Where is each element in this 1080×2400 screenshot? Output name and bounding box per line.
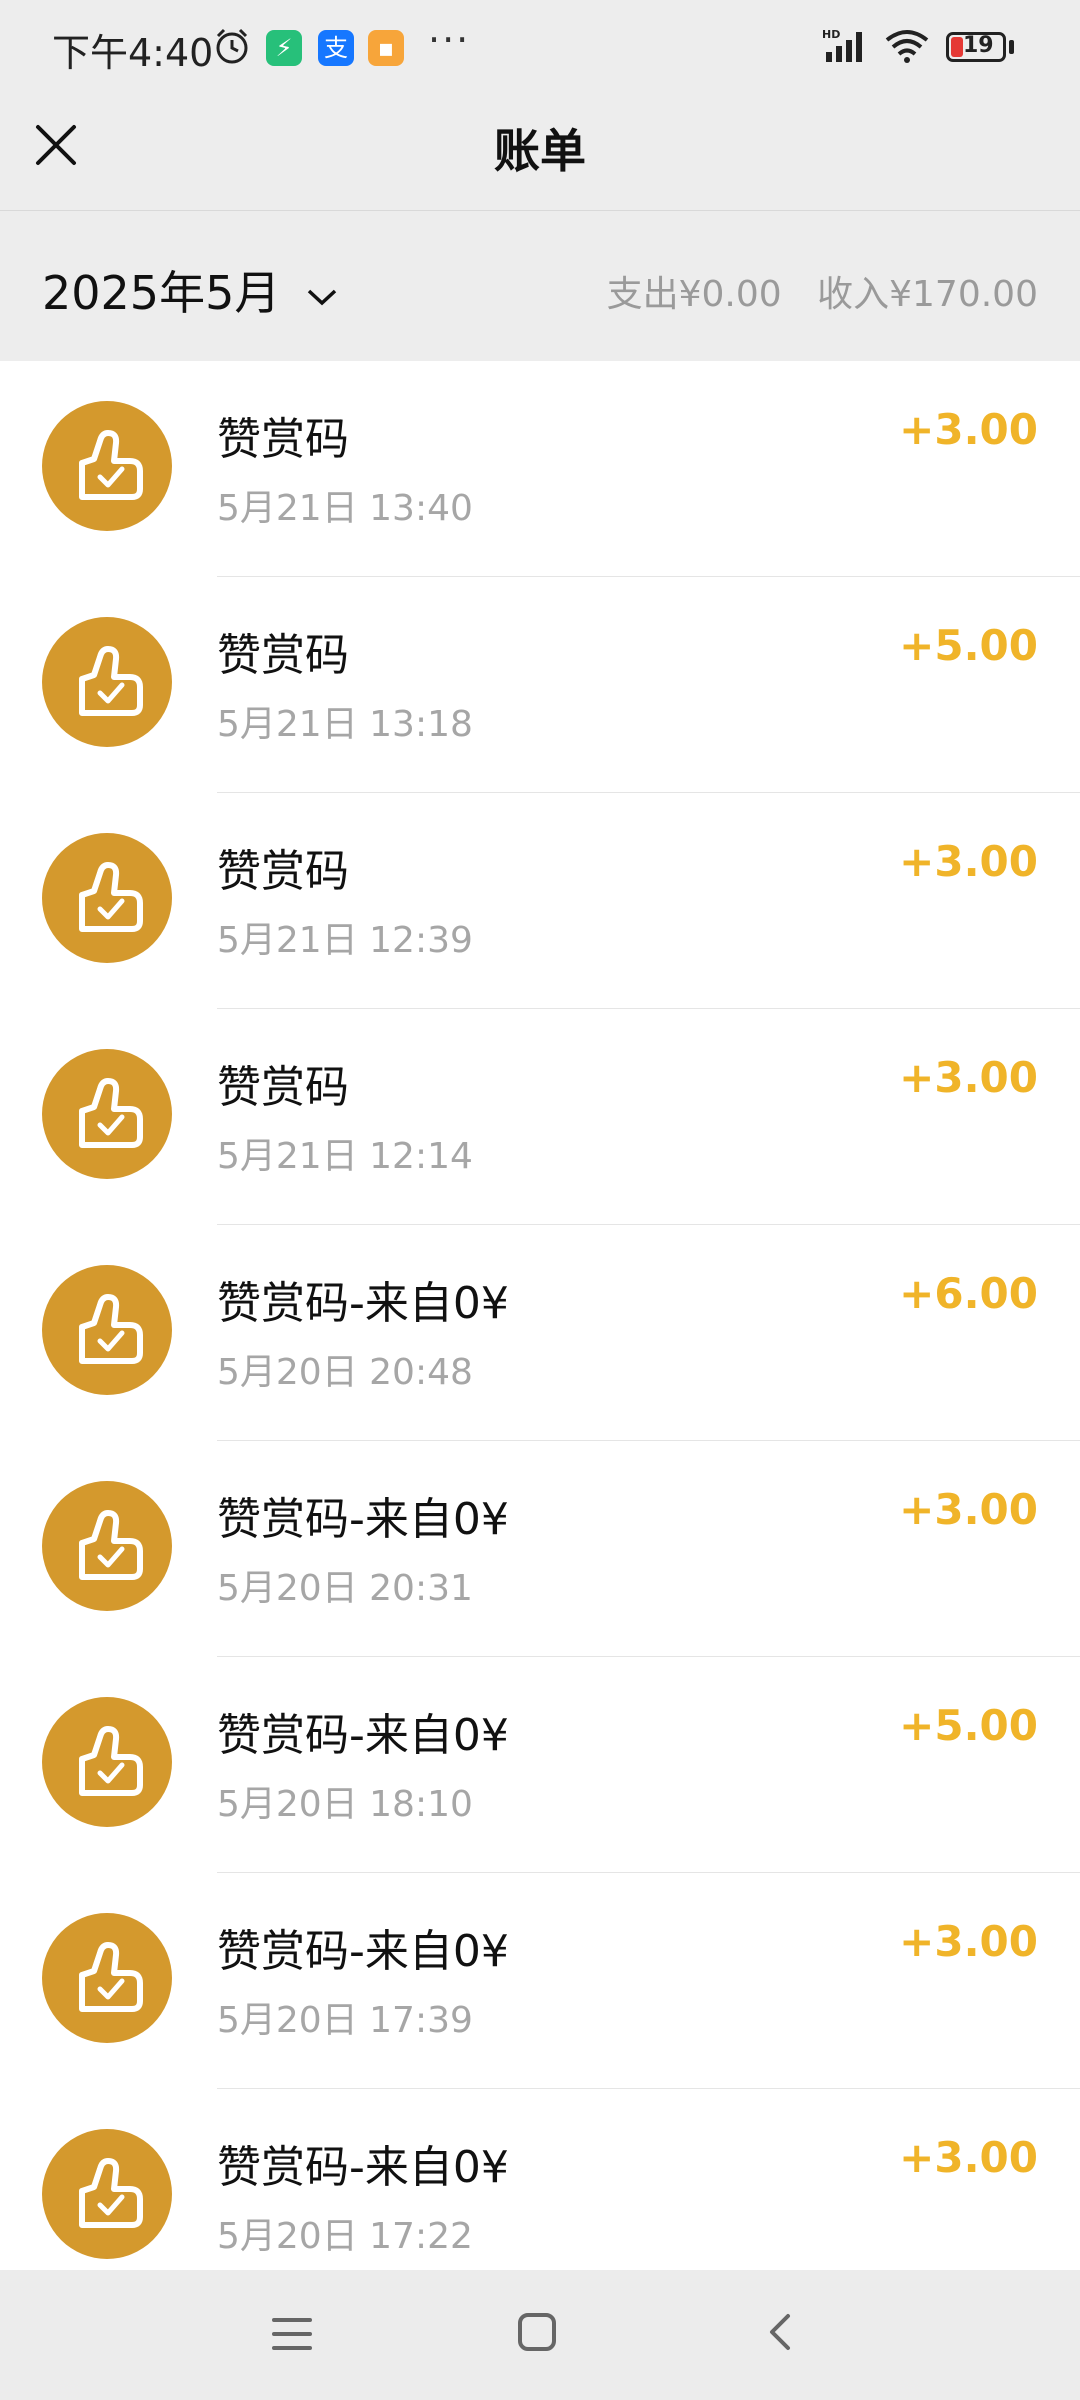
income-total: 收入¥170.00 [817,274,1038,315]
app-badge-icon: ▪ [368,30,404,66]
month-summary: 支出¥0.00 收入¥170.00 [583,265,1038,317]
transaction-amount: +3.00 [899,1485,1038,1534]
svg-text:HD: HD [822,28,840,41]
transaction-time: 5月20日 17:22 [217,2216,473,2257]
transaction-title: 赞赏码-来自0¥ [217,2142,509,2193]
transaction-row[interactable]: 赞赏码-来自0¥ 5月20日 20:48 +6.00 [0,1225,1080,1441]
transaction-row[interactable]: 赞赏码 5月21日 12:14 +3.00 [0,1009,1080,1225]
chevron-down-icon [307,289,337,305]
reward-code-avatar [42,401,172,531]
page-title: 账单 [494,124,586,178]
transaction-title: 赞赏码 [217,1062,349,1113]
battery-fill [951,37,963,57]
transaction-title: 赞赏码-来自0¥ [217,1494,509,1545]
transaction-amount: +3.00 [899,837,1038,886]
status-bar: 下午4:40 ⚡ 支 ▪ ··· HD 19 [0,0,1080,95]
transaction-row[interactable]: 赞赏码 5月21日 13:40 +3.00 [0,361,1080,577]
back-icon[interactable] [760,2310,804,2354]
transaction-amount: +6.00 [899,1269,1038,1318]
transaction-amount: +3.00 [899,1053,1038,1102]
alarm-icon [216,28,248,64]
thumbs-up-check-icon [79,1726,143,1796]
transaction-amount: +5.00 [899,621,1038,670]
transaction-amount: +5.00 [899,1701,1038,1750]
transaction-time: 5月20日 17:39 [217,2000,473,2041]
transaction-amount: +3.00 [899,1917,1038,1966]
transaction-time: 5月20日 20:31 [217,1568,473,1609]
transaction-time: 5月21日 13:18 [217,704,473,745]
transaction-row[interactable]: 赞赏码-来自0¥ 5月20日 18:10 +5.00 [0,1657,1080,1873]
reward-code-avatar [42,833,172,963]
battery-level: 19 [963,33,994,58]
transaction-time: 5月20日 20:48 [217,1352,473,1393]
thumbs-up-check-icon [79,1294,143,1364]
reward-code-avatar [42,1481,172,1611]
transaction-list: 赞赏码 5月21日 13:40 +3.00 赞赏码 5月21日 13:18 +5… [0,361,1080,2270]
transaction-amount: +3.00 [899,405,1038,454]
transaction-row[interactable]: 赞赏码-来自0¥ 5月20日 20:31 +3.00 [0,1441,1080,1657]
transaction-time: 5月21日 12:39 [217,920,473,961]
transaction-amount: +3.00 [899,2133,1038,2182]
alipay-icon: 支 [318,30,354,66]
reward-code-avatar [42,1913,172,2043]
month-selector[interactable]: 2025年5月 [42,257,339,323]
month-label: 2025年5月 [42,266,281,320]
battery-cap [1009,40,1014,54]
reward-code-avatar [42,2129,172,2259]
transaction-row[interactable]: 赞赏码 5月21日 12:39 +3.00 [0,793,1080,1009]
reward-code-avatar [42,1697,172,1827]
transaction-row[interactable]: 赞赏码 5月21日 13:18 +5.00 [0,577,1080,793]
status-time: 下午4:40 [52,31,214,75]
expense-total: 支出¥0.00 [606,274,782,315]
thumbs-up-check-icon [79,1942,143,2012]
transaction-time: 5月21日 13:40 [217,488,473,529]
transaction-title: 赞赏码 [217,630,349,681]
thumbs-up-check-icon [79,2158,143,2228]
transaction-title: 赞赏码-来自0¥ [217,1278,509,1329]
thumbs-up-check-icon [79,1510,143,1580]
transaction-title: 赞赏码 [217,414,349,465]
app-badge-icon: ⚡ [266,30,302,66]
battery-icon: 19 [946,32,1006,62]
transaction-title: 赞赏码-来自0¥ [217,1710,509,1761]
transaction-time: 5月21日 12:14 [217,1136,473,1177]
reward-code-avatar [42,617,172,747]
thumbs-up-check-icon [79,646,143,716]
signal-icon: HD [822,28,862,62]
home-icon[interactable] [515,2310,559,2354]
transaction-row[interactable]: 赞赏码-来自0¥ 5月20日 17:22 +3.00 [0,2089,1080,2270]
title-bar: 账单 [0,95,1080,211]
transaction-row[interactable]: 赞赏码-来自0¥ 5月20日 17:39 +3.00 [0,1873,1080,2089]
system-nav-bar [0,2270,1080,2400]
month-bar: 2025年5月 支出¥0.00 收入¥170.00 [0,211,1080,361]
wifi-icon [885,30,929,63]
transaction-time: 5月20日 18:10 [217,1784,473,1825]
reward-code-avatar [42,1049,172,1179]
transaction-title: 赞赏码-来自0¥ [217,1926,509,1977]
menu-icon[interactable] [270,2312,314,2356]
reward-code-avatar [42,1265,172,1395]
thumbs-up-check-icon [79,1078,143,1148]
more-icon: ··· [428,18,471,62]
transaction-title: 赞赏码 [217,846,349,897]
thumbs-up-check-icon [79,430,143,500]
thumbs-up-check-icon [79,862,143,932]
